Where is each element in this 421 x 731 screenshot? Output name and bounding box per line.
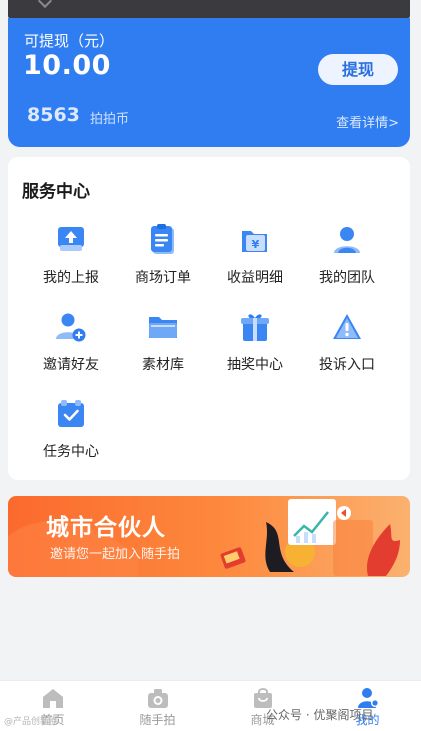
service-item-lottery-center[interactable]: 抽奖中心 (209, 310, 301, 380)
service-center-title: 服务中心 (22, 182, 90, 202)
service-item-label: 投诉入口 (319, 357, 375, 373)
home-icon (42, 689, 63, 708)
withdrawable-label: 可提现（元） (24, 32, 115, 50)
service-item-material-library[interactable]: 素材库 (117, 310, 209, 380)
service-item-task-center[interactable]: 任务中心 (25, 397, 117, 467)
service-item-label: 素材库 (142, 357, 184, 373)
view-details-link[interactable]: 查看详情> (336, 112, 399, 131)
service-center-card: 服务中心 我的上报 商场订单 ¥ 收益明细 我的团队 邀请好友 素材库 抽奖中心… (8, 157, 410, 480)
service-item-label: 抽奖中心 (227, 357, 283, 373)
banner-subtitle: 邀请您一起加入随手拍 (50, 547, 181, 562)
coin-unit-label: 拍拍币 (90, 112, 130, 127)
tab-label: 随手拍 (139, 713, 176, 727)
watermark: 公众号 · 优聚阁项目 (266, 708, 374, 722)
banner-title: 城市合伙人 (46, 515, 166, 541)
service-item-label: 邀请好友 (43, 357, 99, 373)
svg-text:¥: ¥ (252, 238, 260, 251)
task-check-icon (58, 400, 84, 427)
service-item-label: 收益明细 (227, 270, 283, 286)
add-friend-icon (56, 313, 86, 342)
person-icon (334, 227, 360, 253)
clipboard-order-icon (151, 224, 174, 254)
top-header-strip (8, 0, 410, 18)
camera-icon (147, 689, 168, 708)
upload-report-icon (58, 227, 84, 251)
folder-icon (149, 317, 177, 338)
chevron-icon (37, 0, 53, 9)
gift-icon (241, 314, 269, 341)
withdrawable-amount: 10.00 (23, 50, 111, 81)
service-item-invite-friends[interactable]: 邀请好友 (25, 310, 117, 380)
service-item-label: 商场订单 (135, 270, 191, 286)
service-item-complaints[interactable]: 投诉入口 (301, 310, 393, 380)
service-item-mall-orders[interactable]: 商场订单 (117, 223, 209, 293)
service-item-my-team[interactable]: 我的团队 (301, 223, 393, 293)
service-item-label: 任务中心 (43, 444, 99, 460)
warning-icon (333, 314, 361, 339)
wallet-card: 可提现（元） 10.00 提现 8563 拍拍币 查看详情> (8, 18, 410, 147)
yen-folder-icon: ¥ (242, 231, 267, 252)
watermark-left: @产品创新圈 (4, 717, 59, 727)
service-item-label: 我的团队 (319, 270, 375, 286)
withdraw-button[interactable]: 提现 (318, 54, 398, 85)
service-item-my-reports[interactable]: 我的上报 (25, 223, 117, 293)
city-partner-banner[interactable]: 城市合伙人 邀请您一起加入随手拍 (8, 496, 410, 577)
coin-balance: 8563 (27, 104, 80, 126)
service-item-label: 我的上报 (43, 270, 99, 286)
tab-snapshot[interactable]: 随手拍 (105, 681, 210, 731)
service-item-earnings[interactable]: ¥ 收益明细 (209, 223, 301, 293)
